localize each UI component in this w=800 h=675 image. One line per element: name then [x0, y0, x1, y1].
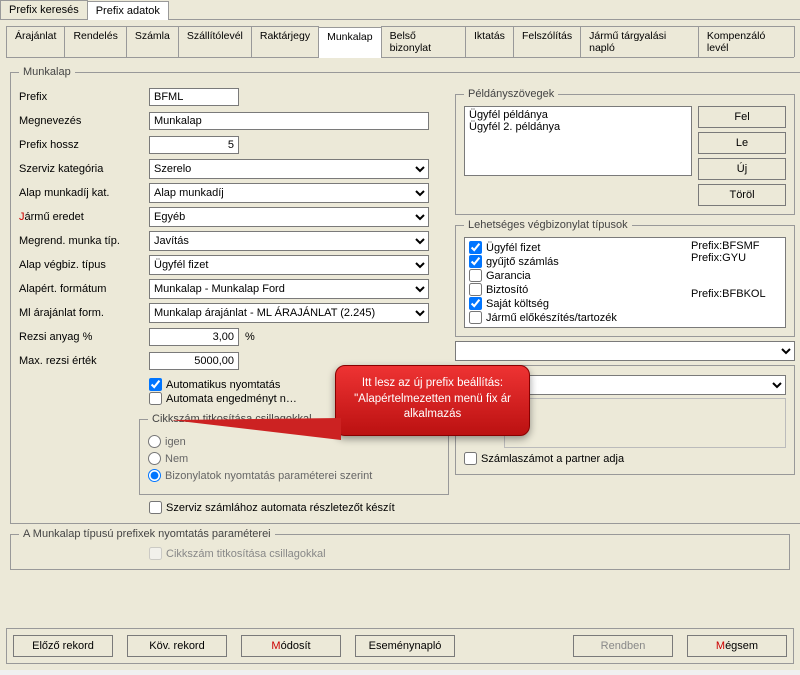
check-szerviz-szaml[interactable] [149, 501, 162, 514]
select-alap-munkadij[interactable]: Alap munkadíj [149, 183, 429, 203]
tab-jarmu-targyalasi[interactable]: Jármű tárgyalási napló [580, 26, 699, 57]
check-biztosito[interactable] [469, 283, 482, 296]
label-alap-munkadij: Alap munkadíj kat. [19, 187, 149, 199]
input-rezsi-anyag[interactable] [149, 328, 239, 346]
panel-prefix-adatok: Árajánlat Rendelés Számla Szállítólevél … [0, 20, 800, 670]
tab-prefix-kereses[interactable]: Prefix keresés [0, 0, 88, 19]
callout-annotation: Itt lesz az új prefix beállítás: "Alapér… [335, 365, 530, 436]
label-radio-nem: Nem [165, 453, 188, 465]
label-vegbiz-4: Saját költség [486, 298, 549, 310]
legend-print-params: A Munkalap típusú prefixek nyomtatás par… [19, 528, 275, 540]
radio-bizonylatok[interactable] [148, 469, 161, 482]
label-vegbiz-1: gyűjtő számlás [486, 256, 559, 268]
select-jarmu-eredet[interactable]: Egyéb [149, 207, 429, 227]
label-vegbiz-3: Biztosító [486, 284, 528, 296]
radio-nem[interactable] [148, 452, 161, 465]
radio-igen[interactable] [148, 435, 161, 448]
check-szamlaszam-partner[interactable] [464, 452, 477, 465]
btn-megsem[interactable]: Mégsem [687, 635, 787, 657]
tab-szallitolevel[interactable]: Szállítólevél [178, 26, 252, 57]
btn-elozo-rekord[interactable]: Előző rekord [13, 635, 113, 657]
label-alap-vegbiz: Alap végbiz. típus [19, 259, 149, 271]
input-megnevezes[interactable] [149, 112, 429, 130]
tab-belso-bizonylat[interactable]: Belső bizonylat [381, 26, 466, 57]
tab-arajanlat[interactable]: Árajánlat [6, 26, 65, 57]
btn-modosit[interactable]: Módosít [241, 635, 341, 657]
legend-vegbiz: Lehetséges végbizonylat típusok [464, 219, 632, 231]
fieldset-vegbiz: Lehetséges végbizonylat típusok Ügyfél f… [455, 219, 795, 337]
select-nev[interactable] [504, 375, 786, 395]
select-partner-top[interactable] [455, 341, 795, 361]
check-auto-engedmeny[interactable] [149, 392, 162, 405]
textarea-cim[interactable] [504, 398, 786, 448]
btn-kov-rekord[interactable]: Köv. rekord [127, 635, 227, 657]
select-alap-vegbiz[interactable]: Ügyfél fizet [149, 255, 429, 275]
tab-munkalap[interactable]: Munkalap [318, 27, 382, 58]
sub-tab-row: Árajánlat Rendelés Számla Szállítólevél … [6, 26, 794, 58]
label-megrend-munka: Megrend. munka típ. [19, 235, 149, 247]
input-prefix[interactable] [149, 88, 239, 106]
input-prefix-hossz[interactable] [149, 136, 239, 154]
btn-le[interactable]: Le [698, 132, 786, 154]
label-prefix: Prefix [19, 91, 149, 103]
tab-szamla[interactable]: Számla [126, 26, 179, 57]
tab-felszolitas[interactable]: Felszólítás [513, 26, 581, 57]
select-ml-arajanlat[interactable]: Munkalap árajánlat - ML ÁRAJÁNLAT (2.245… [149, 303, 429, 323]
check-jarmu-elokeszites[interactable] [469, 311, 482, 324]
tab-kompenzalo[interactable]: Kompenzáló levél [698, 26, 795, 57]
list-item[interactable]: Ügyfél 2. példánya [469, 121, 687, 133]
label-auto-engedmeny: Automata engedményt n… [166, 393, 297, 405]
top-tab-row: Prefix keresés Prefix adatok [0, 0, 800, 20]
fieldset-peldany: Példányszövegek Ügyfél példánya Ügyfél 2… [455, 88, 795, 215]
tab-rendeles[interactable]: Rendelés [64, 26, 126, 57]
btn-torol[interactable]: Töröl [698, 184, 786, 206]
prefix-text-1: Prefix:GYU [691, 252, 781, 264]
legend-munkalap: Munkalap [19, 66, 75, 78]
input-max-rezsi[interactable] [149, 352, 239, 370]
tab-prefix-adatok[interactable]: Prefix adatok [87, 1, 169, 20]
prefix-text-4: Prefix:BFBKOL [691, 288, 781, 300]
select-alap-formatum[interactable]: Munkalap - Munkalap Ford [149, 279, 429, 299]
bottom-button-bar: Előző rekord Köv. rekord Módosít Esemény… [6, 628, 794, 664]
listbox-peldany[interactable]: Ügyfél példánya Ügyfél 2. példánya [464, 106, 692, 176]
select-szerviz-kat[interactable]: Szerelo [149, 159, 429, 179]
check-auto-nyomtatas[interactable] [149, 378, 162, 391]
label-print-cikkszam: Cikkszám titkosítása csillagokkal [166, 548, 326, 560]
legend-peldany: Példányszövegek [464, 88, 558, 100]
label-jarmu-eredet: Jármű eredet [19, 211, 149, 223]
select-megrend-munka[interactable]: Javítás [149, 231, 429, 251]
check-print-cikkszam [149, 547, 162, 560]
list-item[interactable]: Ügyfél példánya [469, 109, 687, 121]
label-percent: % [245, 331, 255, 343]
prefix-text-0: Prefix:BFSMF [691, 240, 781, 252]
label-auto-nyomtatas: Automatikus nyomtatás [166, 379, 280, 391]
check-gyujto[interactable] [469, 255, 482, 268]
label-prefix-hossz: Prefix hossz [19, 139, 149, 151]
label-alap-formatum: Alapért. formátum [19, 283, 149, 295]
check-sajat-koltseg[interactable] [469, 297, 482, 310]
label-megnevezes: Megnevezés [19, 115, 149, 127]
fieldset-print-params: A Munkalap típusú prefixek nyomtatás par… [10, 528, 790, 570]
label-ml-arajanlat: Ml árajánlat form. [19, 307, 149, 319]
label-radio-biz: Bizonylatok nyomtatás paraméterei szerin… [165, 470, 372, 482]
label-szerviz-szaml: Szerviz számlához automata részletezőt k… [166, 502, 395, 514]
tab-raktarjegy[interactable]: Raktárjegy [251, 26, 319, 57]
label-vegbiz-2: Garancia [486, 270, 531, 282]
check-ugyfel-fizet[interactable] [469, 241, 482, 254]
btn-rendben: Rendben [573, 635, 673, 657]
btn-uj[interactable]: Új [698, 158, 786, 180]
label-vegbiz-0: Ügyfél fizet [486, 242, 540, 254]
label-rezsi-anyag: Rezsi anyag % [19, 331, 149, 343]
label-max-rezsi: Max. rezsi érték [19, 355, 149, 367]
fieldset-munkalap: Munkalap Prefix Megnevezés Prefix hossz [10, 66, 800, 524]
label-szamlaszam-partner: Számlaszámot a partner adja [481, 453, 624, 465]
label-szerviz-kat: Szerviz kategória [19, 163, 149, 175]
btn-esemenynaplo[interactable]: Eseménynapló [355, 635, 455, 657]
label-vegbiz-5: Jármű előkészítés/tartozék [486, 312, 617, 324]
tab-iktatas[interactable]: Iktatás [465, 26, 514, 57]
check-garancia[interactable] [469, 269, 482, 282]
btn-fel[interactable]: Fel [698, 106, 786, 128]
